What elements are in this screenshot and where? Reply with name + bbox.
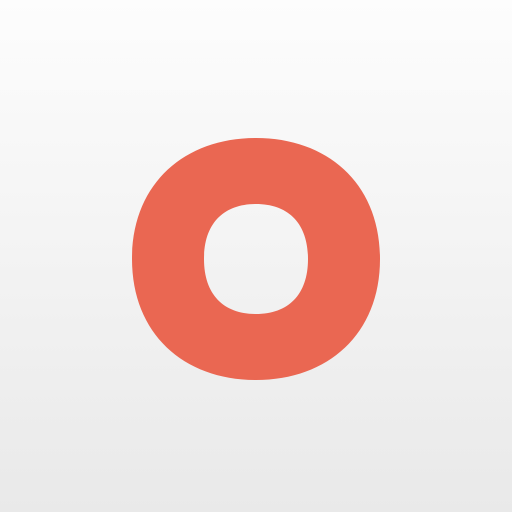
ring-logo-icon	[132, 138, 380, 380]
app-icon-tile	[0, 0, 512, 512]
ring-shape	[132, 138, 380, 380]
